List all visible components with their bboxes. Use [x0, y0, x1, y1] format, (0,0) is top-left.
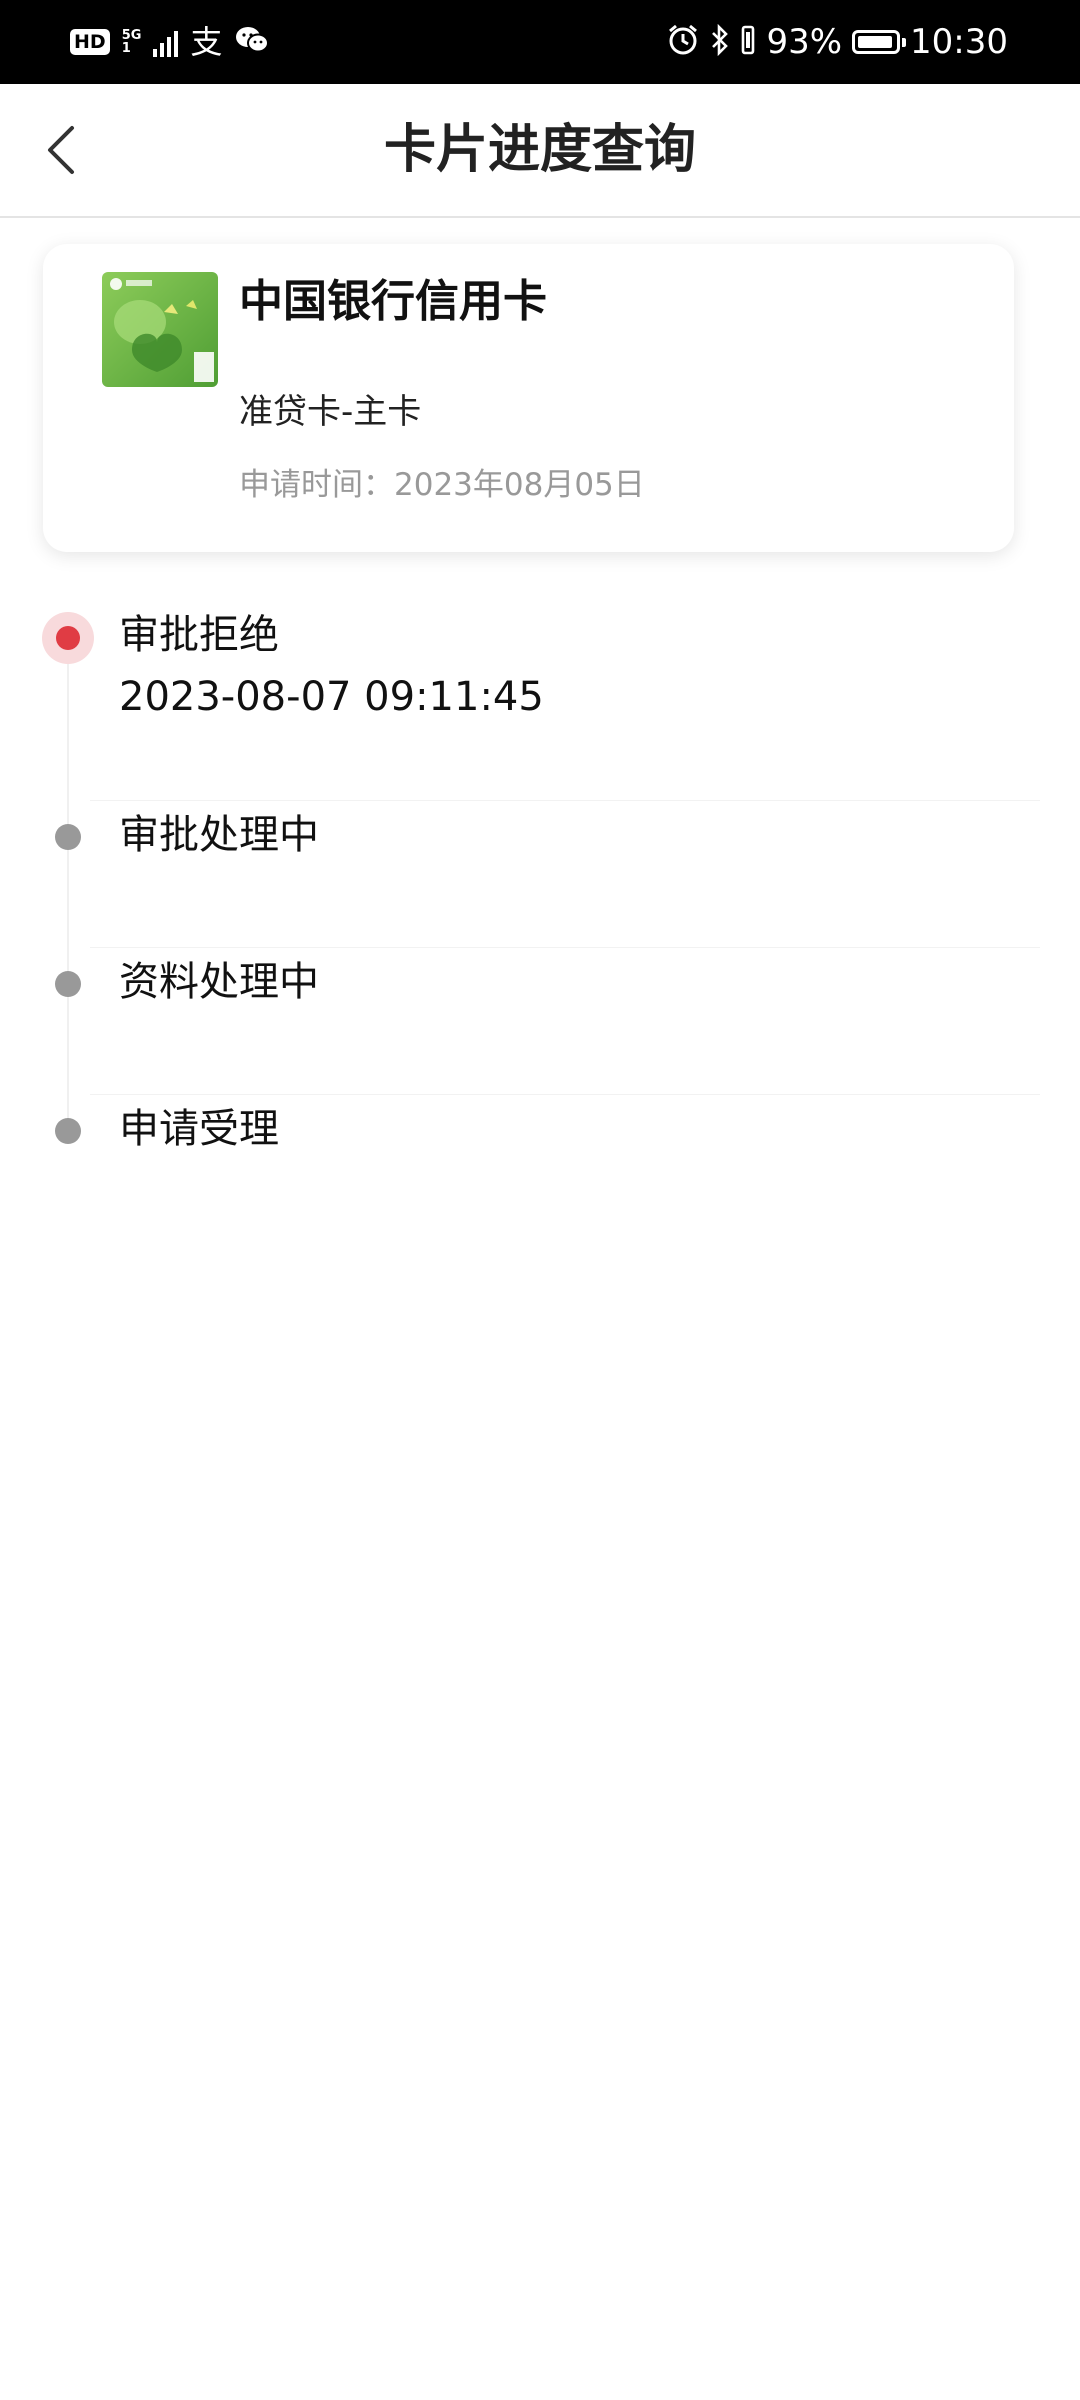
clock: 10:30 [910, 22, 1008, 62]
page-title: 卡片进度查询 [383, 120, 696, 180]
timeline-line [67, 640, 69, 1130]
battery-percent: 93% [766, 22, 843, 62]
hd-icon: HD [70, 29, 110, 55]
nav-bar: 卡片进度查询 [0, 84, 1080, 218]
status-dot-icon [55, 824, 81, 850]
status-dot-icon [55, 971, 81, 997]
card-type: 准贷卡-主卡 [239, 392, 422, 432]
alarm-icon [666, 23, 700, 61]
card-name: 中国银行信用卡 [239, 276, 547, 327]
vibrate-icon [740, 24, 756, 60]
battery-icon [852, 30, 907, 54]
timeline-label: 申请受理 [119, 1106, 279, 1152]
divider [90, 800, 1040, 801]
status-bar: HD 5G 1 支 93% 10:30 [0, 0, 1080, 84]
divider [90, 1094, 1040, 1095]
network-type: 5G 1 [121, 28, 142, 56]
wechat-icon [234, 24, 270, 60]
status-active-dot-icon [42, 612, 94, 664]
status-right: 93% 10:30 [666, 22, 1008, 62]
alipay-icon: 支 [190, 23, 223, 61]
divider [90, 947, 1040, 948]
status-left: HD 5G 1 支 [70, 22, 270, 62]
credit-card-image [102, 272, 218, 387]
timeline-label: 资料处理中 [119, 959, 319, 1005]
card-info-panel: 中国银行信用卡 准贷卡-主卡 申请时间：2023年08月05日 [43, 244, 1014, 552]
bluetooth-icon [710, 23, 730, 60]
timeline-time: 2023-08-07 09:11:45 [119, 674, 544, 720]
status-dot-icon [55, 1118, 81, 1144]
signal-icon [153, 27, 179, 57]
apply-date: 申请时间：2023年08月05日 [239, 467, 645, 503]
timeline-label: 审批拒绝 [119, 612, 279, 658]
timeline-label: 审批处理中 [119, 812, 319, 858]
